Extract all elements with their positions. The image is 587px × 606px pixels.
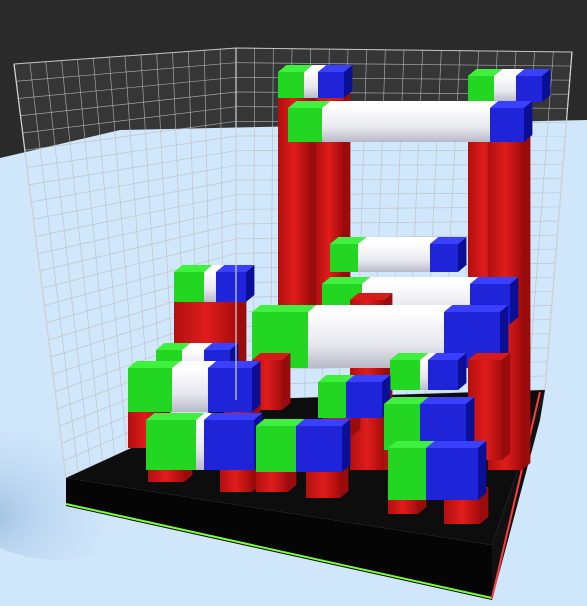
right-small-bridge[interactable] [390, 353, 467, 390]
left-tower-cap[interactable] [174, 265, 255, 302]
white-bar-segment [358, 237, 439, 272]
blue-end-cube [430, 237, 467, 272]
green-end-cube [146, 413, 205, 470]
mid-upper-beam[interactable] [330, 237, 467, 272]
white-bar-segment [322, 101, 499, 142]
blue-end-cube [318, 65, 353, 98]
blue-end-cube [426, 441, 487, 500]
blue-end-cube [208, 361, 261, 412]
blue-end-cube [204, 413, 263, 470]
mid-beam-upper[interactable] [330, 237, 467, 272]
blue-end-cube [428, 353, 467, 390]
top-left-cap[interactable] [278, 65, 353, 98]
front-left-bridge-bar[interactable] [128, 361, 261, 412]
blue-end-cube [216, 265, 255, 302]
blue-end-cube [296, 419, 351, 472]
blue-end-cube [516, 69, 551, 102]
tall-frame-top-beam[interactable] [288, 101, 533, 142]
front-row-bar-2[interactable] [256, 419, 351, 472]
top-beam[interactable] [288, 101, 533, 142]
blue-end-cube [346, 375, 391, 418]
game-3d-viewport[interactable] [0, 0, 587, 606]
front-row-bar-1[interactable] [146, 413, 263, 470]
small-center-bridge[interactable] [318, 375, 391, 418]
blue-end-cube [490, 101, 533, 142]
top-right-cap[interactable] [468, 69, 551, 102]
front-right-bar[interactable] [388, 441, 487, 500]
